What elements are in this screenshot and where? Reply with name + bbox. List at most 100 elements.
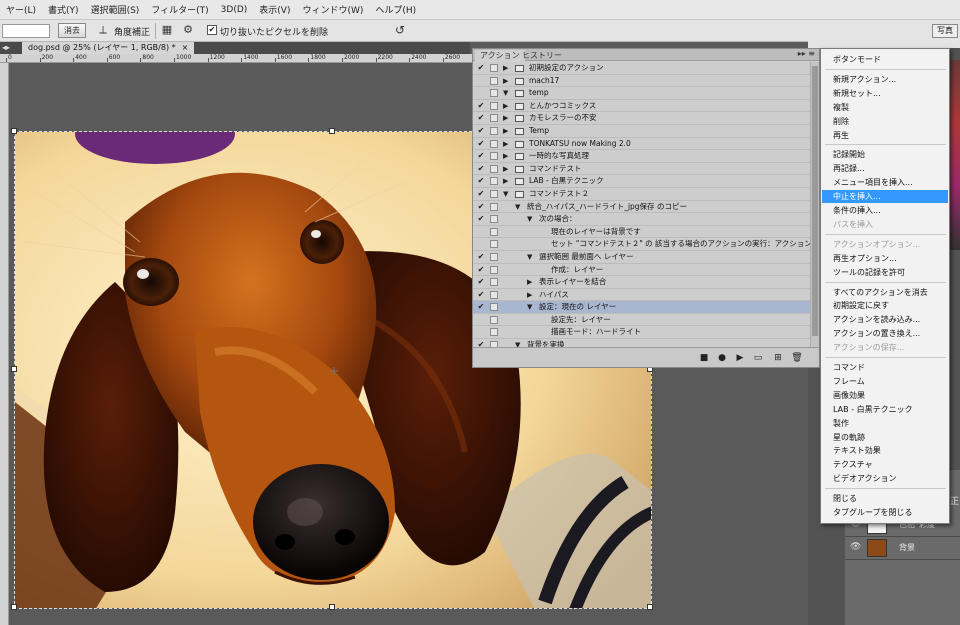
action-row[interactable]: 設定先：レイヤー (473, 314, 811, 327)
dialog-toggle-icon[interactable] (490, 328, 498, 337)
dialog-toggle-icon[interactable] (490, 89, 498, 98)
toggle-check-icon[interactable]: ✔ (476, 163, 486, 175)
menu-item[interactable]: 表示(V) (253, 3, 296, 16)
collapse-icon[interactable]: ▼ (503, 188, 508, 200)
action-row[interactable]: ✔ 作成：レイヤー (473, 264, 811, 277)
action-row[interactable]: ✔ ▼ 設定：現在の レイヤー (473, 301, 811, 314)
document-tab[interactable]: dog.psd @ 25% (レイヤー 1, RGB/8) * × (22, 42, 195, 54)
action-row[interactable]: セット "コマンドテスト２" の 該当する場合のアクションの実行：アクション "… (473, 238, 811, 251)
eye-icon[interactable]: 👁 (850, 542, 861, 552)
menu-item[interactable]: すべてのアクションを消去 (822, 286, 948, 299)
action-row[interactable]: ✔ ▶ コマンドテスト (473, 163, 811, 176)
dialog-toggle-icon[interactable] (490, 240, 498, 249)
toggle-check-icon[interactable]: ✔ (476, 264, 486, 276)
collapse-icon[interactable]: ▼ (527, 213, 532, 225)
menu-item[interactable]: 削除 (822, 115, 948, 128)
collapse-icon[interactable]: ▼ (503, 87, 508, 99)
close-icon[interactable]: × (182, 43, 189, 52)
dialog-toggle-icon[interactable] (490, 114, 498, 123)
expand-icon[interactable]: ▶ (503, 175, 508, 187)
expand-icon[interactable]: ▶ (503, 138, 508, 150)
menu-item[interactable]: ウィンドウ(W) (296, 3, 369, 16)
toggle-check-icon[interactable]: ✔ (476, 175, 486, 187)
dialog-toggle-icon[interactable] (490, 315, 498, 324)
menu-item[interactable]: 条件の挿入... (822, 204, 948, 217)
menu-item[interactable]: アクションを読み込み... (822, 313, 948, 326)
toggle-check-icon[interactable]: ✔ (476, 251, 486, 263)
dialog-toggle-icon[interactable] (490, 278, 498, 287)
reset-icon[interactable]: ↺ (394, 24, 406, 36)
actions-scrollbar[interactable] (810, 62, 819, 348)
dialog-toggle-icon[interactable] (490, 227, 498, 236)
menu-item[interactable]: 複製 (822, 101, 948, 114)
crop-handle-bottom[interactable] (329, 604, 335, 610)
erase-button[interactable]: 消去 (58, 23, 86, 38)
workspace-button[interactable]: 写真 (932, 24, 958, 38)
action-row[interactable]: ✔ ▼ 統合_ハイパス_ハードライト_jpg保存 のコピー (473, 201, 811, 214)
layer-row[interactable]: 👁 背景 (845, 536, 960, 560)
expand-icon[interactable]: ▶ (503, 150, 508, 162)
action-row[interactable]: ▶ mach17 (473, 75, 811, 88)
action-row[interactable]: ✔ ▶ Temp (473, 125, 811, 138)
menu-item[interactable]: 書式(Y) (42, 3, 85, 16)
menu-item[interactable]: コマンド (822, 361, 948, 374)
toggle-check-icon[interactable]: ✔ (476, 276, 486, 288)
toggle-check-icon[interactable]: ✔ (476, 201, 486, 213)
dialog-toggle-icon[interactable] (490, 126, 498, 135)
panel-menu-icon[interactable]: ▸▸ ≡ (798, 49, 815, 58)
menu-item[interactable]: ツールの記録を許可 (822, 266, 948, 279)
dialog-toggle-icon[interactable] (490, 303, 498, 312)
collapse-icon[interactable]: ▼ (515, 201, 520, 213)
grid-overlay-icon[interactable]: ▦ (161, 24, 173, 36)
expand-icon[interactable]: ▶ (527, 289, 532, 301)
toggle-check-icon[interactable]: ✔ (476, 213, 486, 225)
menu-item[interactable]: LAB - 白黒テクニック (822, 403, 948, 416)
toggle-check-icon[interactable]: ✔ (476, 301, 486, 313)
dialog-toggle-icon[interactable] (490, 202, 498, 211)
action-row[interactable]: ✔ ▼ 次の場合： (473, 213, 811, 226)
menu-item[interactable]: メニュー項目を挿入... (822, 176, 948, 189)
menu-item[interactable]: 再生 (822, 129, 948, 142)
menu-item[interactable]: 新規セット... (822, 87, 948, 100)
tab-arrows-icon[interactable]: ◂▸ (2, 43, 10, 52)
crop-handle-top[interactable] (329, 128, 335, 134)
delete-cropped-checkbox[interactable]: ✔ (207, 25, 217, 35)
new-action-icon[interactable]: ⊞ (772, 352, 784, 364)
toggle-check-icon[interactable]: ✔ (476, 62, 486, 74)
dialog-toggle-icon[interactable] (490, 139, 498, 148)
toggle-check-icon[interactable]: ✔ (476, 112, 486, 124)
action-row[interactable]: ✔ ▶ 初期設定のアクション (473, 62, 811, 75)
toggle-check-icon[interactable]: ✔ (476, 138, 486, 150)
action-row[interactable]: 現在のレイヤーは背景です (473, 226, 811, 239)
collapse-icon[interactable]: ▼ (527, 301, 532, 313)
crop-handle-tl[interactable] (11, 128, 17, 134)
dialog-toggle-icon[interactable] (490, 64, 498, 72)
menu-item[interactable]: 新規アクション... (822, 73, 948, 86)
action-row[interactable]: ✔ ▶ TONKATSU now Making 2.0 (473, 138, 811, 151)
straighten-icon[interactable]: ⟂ (97, 24, 109, 36)
menu-item[interactable]: 中止を挿入... (822, 190, 948, 204)
dialog-toggle-icon[interactable] (490, 164, 498, 173)
straighten-label[interactable]: 角度補正 (114, 25, 150, 38)
trash-icon[interactable]: 🗑 (791, 352, 803, 364)
play-icon[interactable]: ▶ (734, 352, 746, 364)
action-row[interactable]: ✔ ▶ カモレスラーの不安 (473, 112, 811, 125)
toggle-check-icon[interactable]: ✔ (476, 150, 486, 162)
menu-item[interactable]: ボタンモード (822, 53, 948, 66)
menu-item[interactable]: 閉じる (822, 492, 948, 505)
menu-item[interactable]: 製作 (822, 417, 948, 430)
expand-icon[interactable]: ▶ (503, 112, 508, 124)
toggle-check-icon[interactable]: ✔ (476, 289, 486, 301)
crop-handle-left[interactable] (11, 366, 17, 372)
toggle-check-icon[interactable]: ✔ (476, 100, 486, 112)
action-row[interactable]: ✔ ▼ コマンドテスト２ (473, 188, 811, 201)
expand-icon[interactable]: ▶ (527, 276, 532, 288)
menu-item[interactable]: 星の軌跡 (822, 431, 948, 444)
expand-icon[interactable]: ▶ (503, 163, 508, 175)
expand-icon[interactable]: ▶ (503, 125, 508, 137)
menu-item[interactable]: ヤー(L) (0, 3, 42, 16)
gear-icon[interactable]: ⚙ (182, 24, 194, 36)
expand-icon[interactable]: ▶ (503, 75, 508, 87)
menu-item[interactable]: テキスト効果 (822, 444, 948, 457)
menu-item[interactable]: 再生オプション... (822, 252, 948, 265)
